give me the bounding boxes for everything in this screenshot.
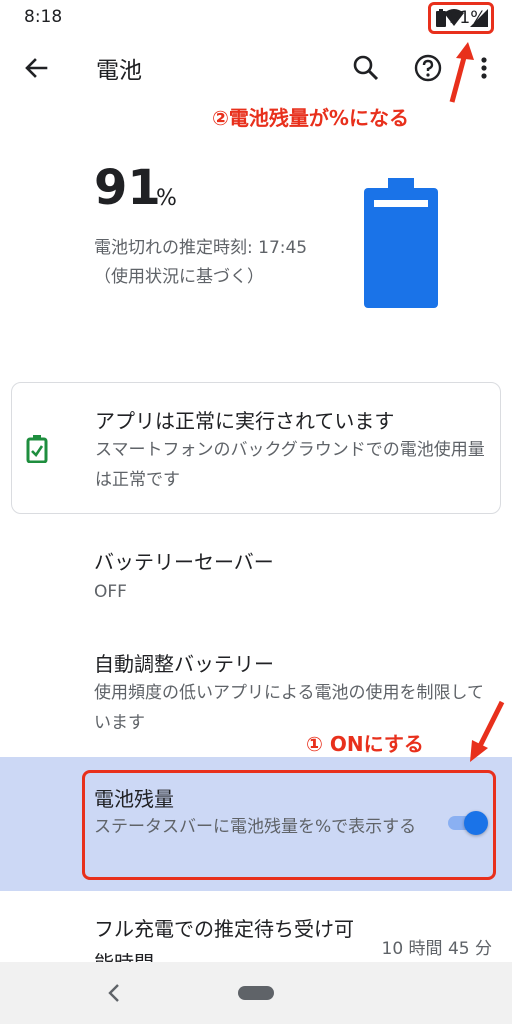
battery-status-card[interactable]: アプリは正常に実行されています スマートフォンのバックグラウンドでの電池使用量は… <box>11 382 501 514</box>
pref-summary: 使用頻度の低いアプリによる電池の使用を制限しています <box>94 683 484 733</box>
pref-value: 10 時間 45 分 <box>381 939 492 959</box>
annotation-arrow-1 <box>470 700 505 762</box>
nav-back-icon[interactable] <box>104 982 124 1004</box>
app-bar: 電池 <box>0 36 512 100</box>
nav-home-pill[interactable] <box>238 986 274 1000</box>
pref-title: バッテリーセーバー <box>94 550 274 574</box>
status-bar: 8:18 91% <box>0 0 512 36</box>
battery-check-icon <box>26 435 48 463</box>
battery-large-icon <box>364 178 438 308</box>
annotation-highlight-frame <box>82 770 496 880</box>
annotation-step1: ① ONにする <box>306 732 424 756</box>
arrow-back-icon[interactable] <box>20 52 52 84</box>
pref-summary: OFF <box>94 582 127 602</box>
annotation-step2: ②電池残量が%になる <box>212 106 409 130</box>
status-battery-percent: 91% <box>448 8 487 28</box>
card-title: アプリは正常に実行されています <box>95 409 395 433</box>
navigation-bar <box>0 962 512 1024</box>
battery-icon <box>435 9 446 27</box>
battery-estimate: 電池切れの推定時刻: 17:45（使用状況に基づく） <box>94 238 308 287</box>
battery-level-value: 91 <box>94 160 161 216</box>
annotation-arrow-2 <box>449 42 474 103</box>
card-description: スマートフォンのバックグラウンドでの電池使用量は正常です <box>95 440 485 490</box>
search-icon[interactable] <box>350 52 382 84</box>
status-battery-highlight: 91% <box>428 2 494 34</box>
status-time: 8:18 <box>24 7 63 27</box>
battery-level-unit: % <box>156 186 177 211</box>
pref-title: フル充電での推定待ち受け可能時間 <box>94 917 354 962</box>
pref-title: 自動調整バッテリー <box>94 652 274 676</box>
page-title: 電池 <box>96 58 142 84</box>
